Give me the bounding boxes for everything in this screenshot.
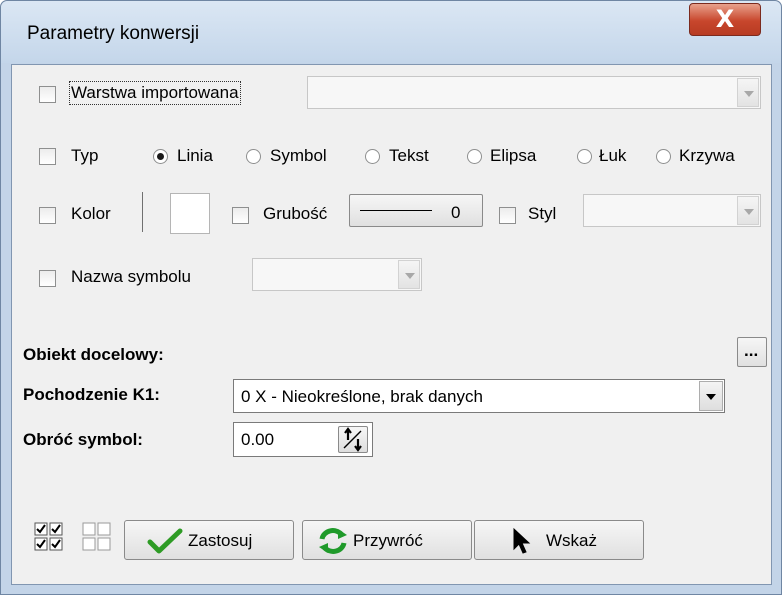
rotate-value: 0.00 <box>241 430 275 449</box>
refresh-icon <box>319 528 347 554</box>
radio-krzywa[interactable] <box>656 149 671 164</box>
rotate-input[interactable]: 0.00 <box>233 422 373 457</box>
radio-linia-label: Linia <box>177 146 213 165</box>
cursor-arrow-icon <box>513 527 531 554</box>
uncheck-all-icon[interactable] <box>80 520 114 554</box>
radio-symbol[interactable] <box>246 149 261 164</box>
point-label: Wskaż <box>546 531 597 550</box>
color-checkbox[interactable] <box>39 207 56 224</box>
type-checkbox[interactable] <box>39 148 56 165</box>
style-combobox[interactable] <box>583 194 761 227</box>
radio-elipsa[interactable] <box>467 149 482 164</box>
symbol-name-label: Nazwa symbolu <box>71 267 191 286</box>
target-label: Obiekt docelowy: <box>23 345 164 364</box>
checkmark-icon <box>147 528 183 554</box>
origin-label: Pochodzenie K1: <box>23 385 160 404</box>
radio-krzywa-label: Krzywa <box>679 146 735 165</box>
origin-select[interactable]: 0 X - Nieokreślone, brak danych <box>233 379 725 413</box>
symbol-name-checkbox[interactable] <box>39 270 56 287</box>
thickness-label: Grubość <box>263 204 328 223</box>
color-label: Kolor <box>71 204 111 223</box>
chevron-down-icon[interactable] <box>737 78 759 107</box>
chevron-down-icon[interactable] <box>398 260 420 289</box>
color-separator <box>142 192 143 232</box>
radio-elipsa-label: Elipsa <box>490 146 537 165</box>
dialog-body: Warstwa importowana Typ Linia Symbol Tek… <box>11 64 772 585</box>
style-checkbox[interactable] <box>499 207 516 224</box>
radio-tekst[interactable] <box>365 149 380 164</box>
browse-button[interactable]: ... <box>737 337 767 367</box>
type-label: Typ <box>71 146 99 165</box>
origin-value: 0 X - Nieokreślone, brak danych <box>241 387 483 406</box>
style-label: Styl <box>528 204 557 223</box>
title-bar[interactable]: Parametry konwersji X <box>1 1 781 63</box>
radio-luk-label: Łuk <box>599 146 627 165</box>
thickness-button[interactable]: 0 <box>349 194 483 227</box>
apply-button[interactable]: Zastosuj <box>124 520 294 560</box>
close-icon: X <box>715 5 735 33</box>
symbol-name-combobox[interactable] <box>252 258 422 291</box>
rotate-label: Obróć symbol: <box>23 430 143 449</box>
apply-label: Zastosuj <box>188 531 253 550</box>
radio-linia[interactable] <box>153 149 168 164</box>
check-all-icon[interactable] <box>32 520 66 554</box>
layer-combobox[interactable] <box>307 76 761 109</box>
point-button[interactable]: Wskaż <box>474 520 644 560</box>
thickness-checkbox[interactable] <box>232 207 249 224</box>
chevron-down-icon[interactable] <box>699 381 723 411</box>
radio-tekst-label: Tekst <box>389 146 429 165</box>
window-title: Parametry konwersji <box>27 23 200 44</box>
spin-arrows-icon[interactable] <box>338 426 368 453</box>
color-swatch[interactable] <box>170 193 210 234</box>
radio-symbol-label: Symbol <box>270 146 327 165</box>
restore-button[interactable]: Przywróć <box>302 520 472 560</box>
layer-label: Warstwa importowana <box>69 81 241 105</box>
line-sample-icon <box>360 210 432 211</box>
ellipsis-icon: ... <box>744 341 759 360</box>
restore-label: Przywróć <box>353 531 423 550</box>
layer-checkbox[interactable] <box>39 86 56 103</box>
dialog-window: Parametry konwersji X Warstwa importowan… <box>0 0 782 595</box>
close-button[interactable]: X <box>689 3 761 36</box>
chevron-down-icon[interactable] <box>737 196 759 225</box>
radio-luk[interactable] <box>577 149 592 164</box>
thickness-value: 0 <box>451 203 461 222</box>
